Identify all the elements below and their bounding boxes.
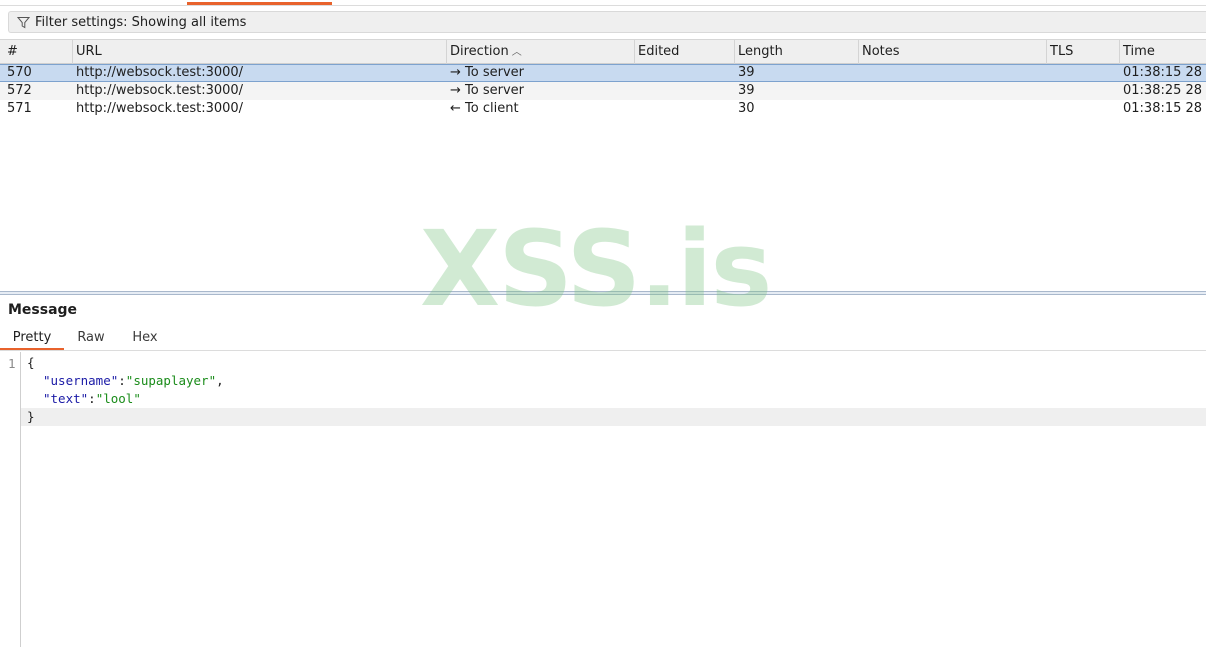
json-string: "supaplayer" <box>125 373 217 388</box>
filter-settings-label: Filter settings: Showing all items <box>35 14 247 30</box>
websocket-history-table: # URL Direction ︿ Edited Length Notes TLS… <box>0 39 1206 291</box>
json-string: "lool" <box>95 391 141 406</box>
cell-notes <box>859 82 1046 100</box>
cell-url: http://websock.test:3000/ <box>76 101 244 116</box>
arrow-right-icon: → <box>450 65 461 80</box>
message-view-tabs: Pretty Raw Hex <box>0 328 1206 351</box>
cell-direction: → To server <box>450 65 525 80</box>
cell-number: 571 <box>7 101 32 116</box>
cell-notes <box>859 64 1046 82</box>
column-header-notes[interactable]: Notes <box>858 40 1046 64</box>
tab-hex[interactable]: Hex <box>122 328 168 350</box>
filter-settings-bar[interactable]: Filter settings: Showing all items <box>8 11 1206 33</box>
tab-raw[interactable]: Raw <box>68 328 114 350</box>
cell-url: http://websock.test:3000/ <box>76 83 244 98</box>
cell-time: 01:38:25 28 Ma <box>1123 83 1206 98</box>
column-header-time[interactable]: Time <box>1119 40 1206 64</box>
column-header-tls[interactable]: TLS <box>1046 40 1119 64</box>
cell-edited <box>635 82 734 100</box>
cell-url: http://websock.test:3000/ <box>76 65 244 80</box>
line-number: 1 <box>8 356 16 371</box>
tab-pretty[interactable]: Pretty <box>0 328 64 350</box>
table-row[interactable]: 571 http://websock.test:3000/ ← To clien… <box>0 100 1206 118</box>
filter-icon <box>17 16 30 28</box>
table-row[interactable]: 572 http://websock.test:3000/ → To serve… <box>0 82 1206 100</box>
table-row[interactable]: 570 http://websock.test:3000/ → To serve… <box>0 64 1206 82</box>
cell-time: 01:38:15 28 Ma <box>1123 65 1206 80</box>
cell-number: 570 <box>7 65 32 80</box>
cell-edited <box>635 100 734 118</box>
active-tab-indicator[interactable] <box>187 2 332 5</box>
message-editor[interactable]: 1 { "username":"supaplayer", "text":"loo… <box>0 352 1206 647</box>
code-line-current: } <box>21 408 1206 426</box>
code-line: { <box>27 355 35 370</box>
message-panel-title: Message <box>8 302 78 318</box>
cell-number: 572 <box>7 83 32 98</box>
column-header-url[interactable]: URL <box>72 40 446 64</box>
cell-length: 30 <box>738 101 755 116</box>
sort-ascending-icon: ︿ <box>511 47 522 58</box>
line-number-gutter: 1 <box>0 352 21 647</box>
code-line: "text":"lool" <box>43 391 141 406</box>
cell-direction: → To server <box>450 83 525 98</box>
column-header-edited[interactable]: Edited <box>634 40 734 64</box>
arrow-left-icon: ← <box>450 101 461 116</box>
cell-tls <box>1047 82 1119 100</box>
pane-splitter[interactable] <box>0 291 1206 295</box>
column-header-direction[interactable]: Direction ︿ <box>446 40 634 64</box>
cell-edited <box>635 64 734 82</box>
cell-tls <box>1047 64 1119 82</box>
cell-time: 01:38:15 28 Ma <box>1123 101 1206 116</box>
json-key: "username" <box>43 373 119 388</box>
cell-direction: ← To client <box>450 101 519 116</box>
cell-tls <box>1047 100 1119 118</box>
cell-length: 39 <box>738 83 755 98</box>
top-tab-strip <box>0 0 1206 6</box>
cell-length: 39 <box>738 65 755 80</box>
cell-notes <box>859 100 1046 118</box>
column-header-number[interactable]: # <box>4 40 73 64</box>
code-line: "username":"supaplayer", <box>43 373 224 388</box>
table-header: # URL Direction ︿ Edited Length Notes TLS… <box>0 39 1206 64</box>
arrow-right-icon: → <box>450 83 461 98</box>
json-key: "text" <box>43 391 89 406</box>
column-header-length[interactable]: Length <box>734 40 858 64</box>
